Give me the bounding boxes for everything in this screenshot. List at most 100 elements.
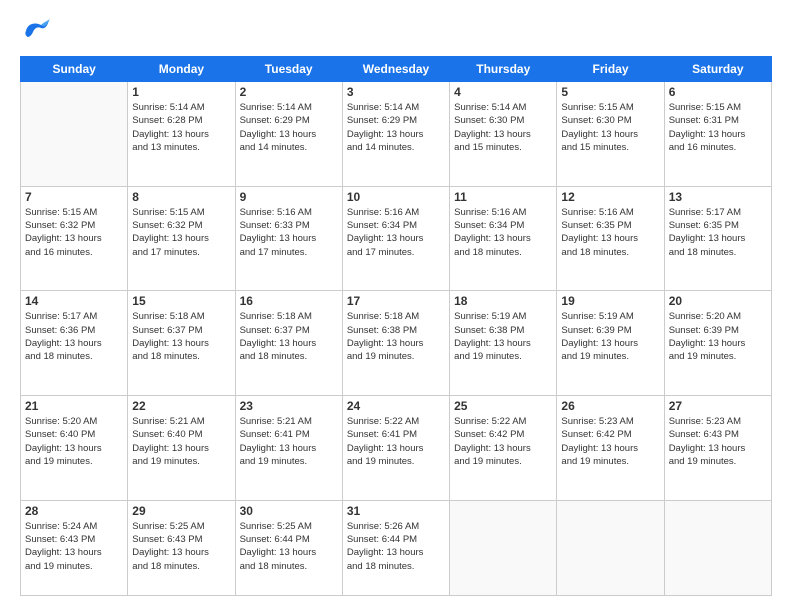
calendar-header-tuesday: Tuesday	[235, 57, 342, 82]
day-number: 30	[240, 504, 338, 518]
calendar-cell: 14 Sunrise: 5:17 AM Sunset: 6:36 PM Dayli…	[21, 291, 128, 396]
day-info: Sunrise: 5:14 AM Sunset: 6:29 PM Dayligh…	[240, 101, 338, 154]
day-number: 7	[25, 190, 123, 204]
day-info: Sunrise: 5:16 AM Sunset: 6:35 PM Dayligh…	[561, 206, 659, 259]
day-number: 1	[132, 85, 230, 99]
day-info: Sunrise: 5:21 AM Sunset: 6:40 PM Dayligh…	[132, 415, 230, 468]
calendar-header-saturday: Saturday	[664, 57, 771, 82]
day-info: Sunrise: 5:21 AM Sunset: 6:41 PM Dayligh…	[240, 415, 338, 468]
day-number: 29	[132, 504, 230, 518]
calendar-cell	[557, 500, 664, 595]
calendar-cell: 30 Sunrise: 5:25 AM Sunset: 6:44 PM Dayli…	[235, 500, 342, 595]
day-info: Sunrise: 5:19 AM Sunset: 6:39 PM Dayligh…	[561, 310, 659, 363]
day-number: 18	[454, 294, 552, 308]
day-info: Sunrise: 5:22 AM Sunset: 6:41 PM Dayligh…	[347, 415, 445, 468]
day-info: Sunrise: 5:18 AM Sunset: 6:37 PM Dayligh…	[240, 310, 338, 363]
calendar-cell: 17 Sunrise: 5:18 AM Sunset: 6:38 PM Dayli…	[342, 291, 449, 396]
header	[20, 16, 772, 46]
logo	[20, 16, 54, 46]
calendar-cell: 4 Sunrise: 5:14 AM Sunset: 6:30 PM Daylig…	[450, 82, 557, 187]
day-number: 23	[240, 399, 338, 413]
day-number: 22	[132, 399, 230, 413]
calendar-cell: 2 Sunrise: 5:14 AM Sunset: 6:29 PM Daylig…	[235, 82, 342, 187]
day-info: Sunrise: 5:23 AM Sunset: 6:43 PM Dayligh…	[669, 415, 767, 468]
day-info: Sunrise: 5:15 AM Sunset: 6:31 PM Dayligh…	[669, 101, 767, 154]
calendar-cell: 8 Sunrise: 5:15 AM Sunset: 6:32 PM Daylig…	[128, 186, 235, 291]
calendar-header-sunday: Sunday	[21, 57, 128, 82]
calendar-cell: 13 Sunrise: 5:17 AM Sunset: 6:35 PM Dayli…	[664, 186, 771, 291]
day-info: Sunrise: 5:20 AM Sunset: 6:39 PM Dayligh…	[669, 310, 767, 363]
calendar-cell: 22 Sunrise: 5:21 AM Sunset: 6:40 PM Dayli…	[128, 396, 235, 501]
day-info: Sunrise: 5:25 AM Sunset: 6:44 PM Dayligh…	[240, 520, 338, 573]
calendar-cell: 7Sunrise: 5:15 AM Sunset: 6:32 PM Daylig…	[21, 186, 128, 291]
day-number: 10	[347, 190, 445, 204]
calendar-cell: 5 Sunrise: 5:15 AM Sunset: 6:30 PM Daylig…	[557, 82, 664, 187]
day-number: 9	[240, 190, 338, 204]
calendar-cell: 31Sunrise: 5:26 AM Sunset: 6:44 PM Dayli…	[342, 500, 449, 595]
day-info: Sunrise: 5:15 AM Sunset: 6:32 PM Dayligh…	[132, 206, 230, 259]
calendar-table: SundayMondayTuesdayWednesdayThursdayFrid…	[20, 56, 772, 596]
day-number: 4	[454, 85, 552, 99]
day-number: 26	[561, 399, 659, 413]
day-info: Sunrise: 5:18 AM Sunset: 6:37 PM Dayligh…	[132, 310, 230, 363]
day-info: Sunrise: 5:25 AM Sunset: 6:43 PM Dayligh…	[132, 520, 230, 573]
day-number: 27	[669, 399, 767, 413]
calendar-cell: 9 Sunrise: 5:16 AM Sunset: 6:33 PM Daylig…	[235, 186, 342, 291]
day-number: 21	[25, 399, 123, 413]
logo-bird-icon	[20, 16, 50, 46]
calendar-cell: 24 Sunrise: 5:22 AM Sunset: 6:41 PM Dayli…	[342, 396, 449, 501]
calendar-header-friday: Friday	[557, 57, 664, 82]
day-number: 12	[561, 190, 659, 204]
calendar-cell: 21 Sunrise: 5:20 AM Sunset: 6:40 PM Dayli…	[21, 396, 128, 501]
calendar-cell: 29 Sunrise: 5:25 AM Sunset: 6:43 PM Dayli…	[128, 500, 235, 595]
day-number: 25	[454, 399, 552, 413]
day-number: 5	[561, 85, 659, 99]
day-number: 2	[240, 85, 338, 99]
calendar-header-wednesday: Wednesday	[342, 57, 449, 82]
day-number: 8	[132, 190, 230, 204]
day-info: Sunrise: 5:24 AM Sunset: 6:43 PM Dayligh…	[25, 520, 123, 573]
calendar-cell: 10 Sunrise: 5:16 AM Sunset: 6:34 PM Dayli…	[342, 186, 449, 291]
day-number: 13	[669, 190, 767, 204]
calendar-cell: 11Sunrise: 5:16 AM Sunset: 6:34 PM Dayli…	[450, 186, 557, 291]
calendar-cell: 19 Sunrise: 5:19 AM Sunset: 6:39 PM Dayli…	[557, 291, 664, 396]
day-info: Sunrise: 5:17 AM Sunset: 6:36 PM Dayligh…	[25, 310, 123, 363]
calendar-cell: 20 Sunrise: 5:20 AM Sunset: 6:39 PM Dayli…	[664, 291, 771, 396]
calendar-cell: 12 Sunrise: 5:16 AM Sunset: 6:35 PM Dayli…	[557, 186, 664, 291]
day-info: Sunrise: 5:14 AM Sunset: 6:30 PM Dayligh…	[454, 101, 552, 154]
day-info: Sunrise: 5:16 AM Sunset: 6:34 PM Dayligh…	[347, 206, 445, 259]
day-info: Sunrise: 5:19 AM Sunset: 6:38 PM Dayligh…	[454, 310, 552, 363]
day-info: Sunrise: 5:20 AM Sunset: 6:40 PM Dayligh…	[25, 415, 123, 468]
calendar-cell: 1Sunrise: 5:14 AM Sunset: 6:28 PM Daylig…	[128, 82, 235, 187]
calendar-cell	[450, 500, 557, 595]
day-info: Sunrise: 5:26 AM Sunset: 6:44 PM Dayligh…	[347, 520, 445, 573]
calendar-cell: 26 Sunrise: 5:23 AM Sunset: 6:42 PM Dayli…	[557, 396, 664, 501]
day-number: 24	[347, 399, 445, 413]
calendar-cell: 18 Sunrise: 5:19 AM Sunset: 6:38 PM Dayli…	[450, 291, 557, 396]
day-number: 16	[240, 294, 338, 308]
day-info: Sunrise: 5:15 AM Sunset: 6:30 PM Dayligh…	[561, 101, 659, 154]
page: SundayMondayTuesdayWednesdayThursdayFrid…	[0, 0, 792, 612]
day-number: 15	[132, 294, 230, 308]
day-info: Sunrise: 5:16 AM Sunset: 6:34 PM Dayligh…	[454, 206, 552, 259]
day-number: 17	[347, 294, 445, 308]
calendar-cell: 3 Sunrise: 5:14 AM Sunset: 6:29 PM Daylig…	[342, 82, 449, 187]
calendar-cell: 28 Sunrise: 5:24 AM Sunset: 6:43 PM Dayli…	[21, 500, 128, 595]
calendar-cell: 27 Sunrise: 5:23 AM Sunset: 6:43 PM Dayli…	[664, 396, 771, 501]
calendar-cell: 16 Sunrise: 5:18 AM Sunset: 6:37 PM Dayli…	[235, 291, 342, 396]
calendar-cell	[21, 82, 128, 187]
day-number: 3	[347, 85, 445, 99]
day-number: 20	[669, 294, 767, 308]
day-info: Sunrise: 5:23 AM Sunset: 6:42 PM Dayligh…	[561, 415, 659, 468]
day-number: 14	[25, 294, 123, 308]
day-info: Sunrise: 5:17 AM Sunset: 6:35 PM Dayligh…	[669, 206, 767, 259]
day-info: Sunrise: 5:14 AM Sunset: 6:29 PM Dayligh…	[347, 101, 445, 154]
day-number: 6	[669, 85, 767, 99]
day-info: Sunrise: 5:22 AM Sunset: 6:42 PM Dayligh…	[454, 415, 552, 468]
day-number: 19	[561, 294, 659, 308]
day-info: Sunrise: 5:18 AM Sunset: 6:38 PM Dayligh…	[347, 310, 445, 363]
calendar-cell: 6 Sunrise: 5:15 AM Sunset: 6:31 PM Daylig…	[664, 82, 771, 187]
day-info: Sunrise: 5:16 AM Sunset: 6:33 PM Dayligh…	[240, 206, 338, 259]
day-number: 28	[25, 504, 123, 518]
calendar-cell	[664, 500, 771, 595]
